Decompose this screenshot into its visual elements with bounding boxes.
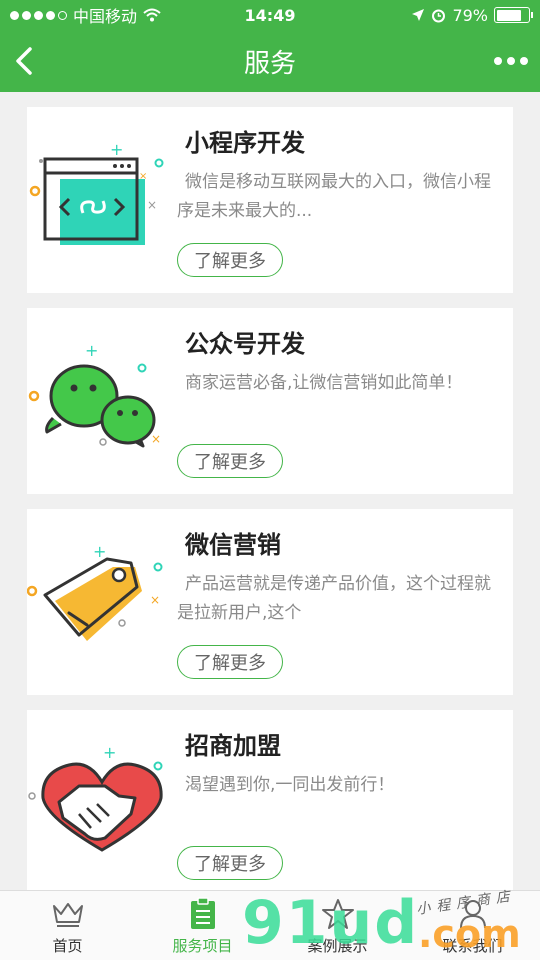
svg-text:×: × [147,198,157,212]
more-icon[interactable] [494,57,528,65]
learn-more-button[interactable]: 了解更多 [177,243,283,277]
tab-services[interactable]: 服务项目 [135,891,270,960]
service-list: + × × 小程序开发 微信是移动互联网最大的入口，微信小程序是未来最大的... [0,92,540,896]
location-arrow-icon [412,9,425,21]
svg-text:×: × [151,432,161,446]
card-title: 公众号开发 [185,330,305,358]
service-card[interactable]: + × × 小程序开发 微信是移动互联网最大的入口，微信小程序是未来最大的... [27,107,513,293]
status-bar: 中国移动 14:49 79% [0,0,540,30]
signal-strength-icon [10,10,67,20]
tab-contact[interactable]: 联系我们 [405,891,540,960]
card-title: 微信营销 [185,531,281,559]
card-description: 渴望遇到你,一同出发前行！ [185,775,395,795]
tag-icon: + × [27,509,177,695]
learn-more-button[interactable]: 了解更多 [177,846,283,880]
tab-cases[interactable]: 案例展示 [270,891,405,960]
battery-percent: 79% [452,5,488,25]
service-card[interactable]: + × 招商加盟 渴望遇到你,一同出发前行！ 了解更多 [27,710,513,896]
battery-icon [494,7,533,23]
card-title: 小程序开发 [185,129,305,157]
service-card[interactable]: + × 公众号开发 商家运营必备,让微信营销如此简单！ 了解更多 [27,308,513,494]
svg-text:+: + [85,341,98,360]
svg-text:×: × [150,593,160,607]
tab-label: 首页 [52,937,83,955]
star-icon [321,899,354,929]
tab-bar: 首页 服务项目 案例展示 联系我们 [0,890,540,960]
nav-bar: 服务 [0,30,540,92]
service-card[interactable]: + × 微信营销 产品运营就是传递产品价值，这个过程就是拉新用户,这个 了解更多 [27,509,513,695]
learn-more-button[interactable]: 了解更多 [177,645,283,679]
wifi-icon [143,8,161,22]
tab-label: 联系我们 [442,937,503,955]
card-description: 微信是移动互联网最大的入口，微信小程序是未来最大的... [177,172,491,221]
alarm-icon [432,9,446,22]
svg-text:+: + [93,542,106,561]
clipboard-icon [190,897,215,929]
card-description: 产品运营就是传递产品价值，这个过程就是拉新用户,这个 [177,574,491,623]
wechat-icon: + × [27,308,177,494]
handshake-icon: + × [27,710,177,896]
page-title: 服务 [243,48,296,79]
tab-label: 服务项目 [172,937,233,955]
tab-label: 案例展示 [307,937,368,955]
status-right: 79% [411,5,533,25]
svg-text:+: + [103,743,116,762]
learn-more-button[interactable]: 了解更多 [177,444,283,478]
card-title: 招商加盟 [185,732,281,760]
status-left: 中国移动 [10,3,161,27]
back-icon[interactable] [12,46,36,76]
carrier-name: 中国移动 [73,7,138,26]
miniprogram-icon: + × × [27,107,177,293]
contact-icon [459,900,486,929]
tab-home[interactable]: 首页 [0,891,135,960]
card-description: 商家运营必备,让微信营销如此简单！ [185,373,463,393]
crown-icon [52,903,83,927]
svg-text:+: + [110,140,123,159]
